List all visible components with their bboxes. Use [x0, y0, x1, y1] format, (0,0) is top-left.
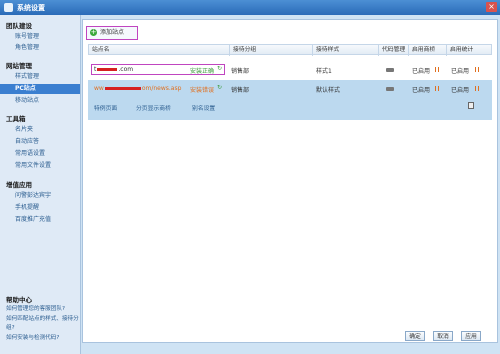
- add-site-label: 添加站点: [100, 29, 125, 36]
- col-stats: 启用统计: [446, 45, 493, 56]
- sidebar-item-auto-reply[interactable]: 自动应答: [0, 137, 80, 147]
- section-value-added: 增值应用: [6, 181, 32, 189]
- sidebar-item-recharge[interactable]: 百度推广充值: [0, 215, 80, 225]
- sidebar: 团队建设 账号管理 角色管理 网站管理 样式管理 PC站点 移动站点 工具箱 名…: [0, 15, 81, 354]
- alias-settings-link[interactable]: 别名设置: [192, 103, 215, 112]
- section-team: 团队建设: [6, 22, 32, 30]
- ok-button[interactable]: 确定: [405, 331, 425, 341]
- row1-site-prefix: t: [94, 66, 97, 73]
- code-icon[interactable]: [386, 68, 394, 72]
- pause-icon[interactable]: [435, 86, 439, 91]
- close-button[interactable]: ×: [486, 2, 497, 12]
- help-link-team[interactable]: 如何管理您的客服团队?: [6, 305, 80, 314]
- row2-site-name: ww om/news.asp: [94, 85, 181, 92]
- window-title: 系统设置: [17, 4, 45, 12]
- sidebar-item-files[interactable]: 常用文件设置: [0, 161, 80, 171]
- pause-icon[interactable]: [475, 67, 479, 72]
- code-icon[interactable]: [386, 87, 394, 91]
- cancel-button[interactable]: 取消: [433, 331, 453, 341]
- title-bar: 系统设置 ×: [0, 0, 500, 15]
- settings-window: 系统设置 × 团队建设 账号管理 角色管理 网站管理 样式管理 PC站点 移动站…: [0, 0, 500, 354]
- help-link-match[interactable]: 如何匹配站点的样式、接待分组?: [6, 315, 80, 333]
- pause-icon[interactable]: [475, 86, 479, 91]
- sidebar-item-roles[interactable]: 角色管理: [0, 43, 80, 53]
- sidebar-item-phrases[interactable]: 常用语设置: [0, 149, 80, 159]
- row2-bridge: 已启用: [412, 87, 431, 94]
- col-style: 接待样式: [312, 45, 378, 56]
- sidebar-item-redirect[interactable]: 问警彭达宾宇: [0, 191, 80, 201]
- section-tools: 工具箱: [6, 115, 26, 123]
- sidebar-item-mobile-site[interactable]: 移动站点: [0, 96, 80, 106]
- col-site-name: 站点名: [92, 47, 110, 53]
- section-site: 网站管理: [6, 62, 32, 70]
- row2-status: 安装错误: [190, 87, 215, 94]
- pause-icon[interactable]: [435, 67, 439, 72]
- row1-stats: 已启用: [451, 68, 470, 75]
- row1-site-name: t .com: [94, 66, 133, 73]
- app-icon: [4, 3, 13, 12]
- row2-stats: 已启用: [451, 87, 470, 94]
- row2-style: 默认样式: [316, 87, 341, 94]
- paging-bridge-link[interactable]: 分页显示商桥: [136, 103, 171, 112]
- help-center-title: 帮助中心: [6, 296, 32, 304]
- sidebar-item-cards[interactable]: 名片夹: [0, 125, 80, 135]
- apply-button[interactable]: 应用: [461, 331, 481, 341]
- row1-style: 样式1: [316, 68, 332, 75]
- table-header: 站点名 接待分组 接待样式 代码管理 启用商桥 启用统计: [88, 44, 493, 56]
- plus-icon: +: [90, 28, 97, 36]
- help-link-install[interactable]: 如何安装与检测代码?: [6, 334, 80, 343]
- row2-site-prefix: ww: [94, 85, 104, 92]
- row1-status: 安装正确: [190, 68, 215, 75]
- add-site-button[interactable]: + 添加站点: [86, 26, 138, 40]
- redacted-mark: [104, 87, 141, 90]
- redacted-mark: [97, 68, 118, 71]
- sidebar-item-pc-site[interactable]: PC站点: [0, 84, 80, 94]
- special-pages-link[interactable]: 特例页面: [94, 103, 117, 112]
- trash-icon[interactable]: [468, 102, 474, 109]
- row1-group: 销售部: [231, 68, 250, 75]
- sidebar-item-styles[interactable]: 样式管理: [0, 72, 80, 82]
- row1-bridge: 已启用: [412, 68, 431, 75]
- col-bridge: 启用商桥: [408, 45, 446, 56]
- row1-site-suffix: .com: [118, 66, 134, 73]
- refresh-icon[interactable]: ↻: [217, 84, 222, 91]
- sidebar-item-accounts[interactable]: 账号管理: [0, 32, 80, 42]
- col-group: 接待分组: [229, 45, 312, 56]
- row2-site-suffix: om/news.asp: [141, 85, 182, 92]
- sidebar-item-sms[interactable]: 手机提醒: [0, 203, 80, 213]
- col-code: 代码管理: [378, 45, 408, 56]
- refresh-icon[interactable]: ↻: [217, 65, 222, 72]
- row2-group: 销售部: [231, 87, 250, 94]
